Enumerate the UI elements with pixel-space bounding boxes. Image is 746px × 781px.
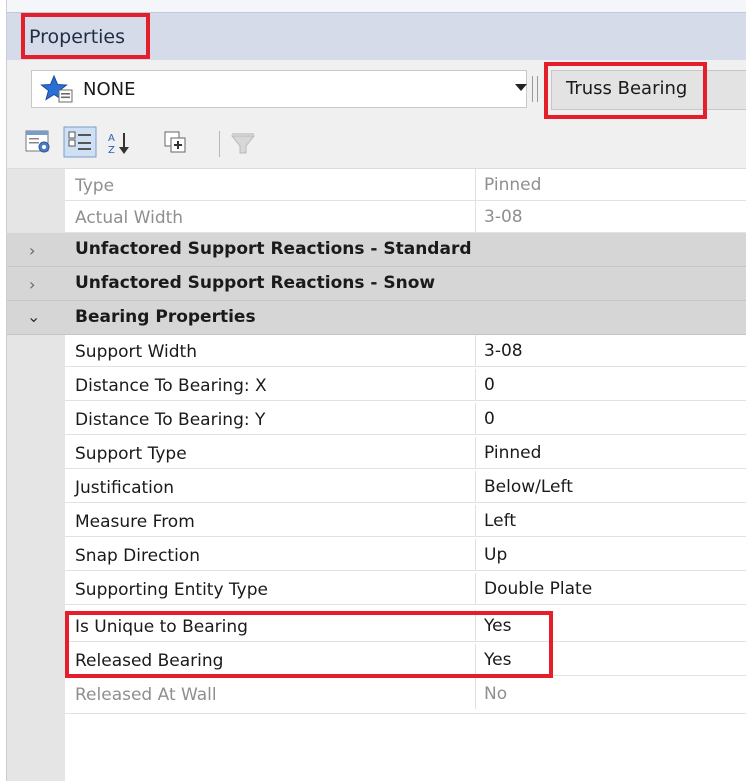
property-label: Released At Wall <box>75 685 217 705</box>
property-row[interactable]: Distance To Bearing: X 0 <box>65 369 746 401</box>
properties-panel: Properties NONE Truss Bearing A Z Type P… <box>6 0 746 781</box>
property-value[interactable]: 0 <box>484 375 495 395</box>
style-dropdown[interactable]: NONE <box>31 70 527 108</box>
chevron-down-icon[interactable]: ⌄ <box>27 307 40 326</box>
property-value[interactable]: Below/Left <box>484 477 573 497</box>
property-label: Measure From <box>75 512 195 532</box>
property-value: 3-08 <box>484 207 523 227</box>
categorized-icon[interactable] <box>63 126 97 158</box>
grip-divider <box>537 76 538 102</box>
property-label: Support Type <box>75 444 187 464</box>
highlight-box <box>21 13 150 59</box>
property-row[interactable]: Justification Below/Left <box>65 471 746 503</box>
property-row[interactable]: Supporting Entity Type Double Plate <box>65 573 746 605</box>
property-row[interactable]: Support Type Pinned <box>65 437 746 469</box>
property-row[interactable]: Snap Direction Up <box>65 539 746 571</box>
filter-icon <box>230 133 256 154</box>
top-strip <box>7 0 746 12</box>
category-label: Unfactored Support Reactions - Standard <box>75 239 472 259</box>
property-value: No <box>484 684 508 704</box>
property-value[interactable]: 3-08 <box>484 341 523 361</box>
property-label: Distance To Bearing: X <box>75 376 267 396</box>
expand-icon[interactable] <box>163 130 189 156</box>
property-row[interactable]: Measure From Left <box>65 505 746 537</box>
property-label: Justification <box>75 478 175 498</box>
property-label: Supporting Entity Type <box>75 580 268 600</box>
property-label: Support Width <box>75 342 197 362</box>
property-label: Actual Width <box>75 208 184 228</box>
chevron-down-icon[interactable] <box>515 84 527 91</box>
property-row[interactable]: Support Width 3-08 <box>65 335 746 367</box>
property-label: Type <box>75 176 115 196</box>
property-row[interactable]: Actual Width 3-08 <box>65 201 746 233</box>
property-value[interactable]: Pinned <box>484 443 541 463</box>
category-bearing-properties[interactable]: ⌄ Bearing Properties <box>7 301 746 335</box>
highlight-box <box>65 611 553 678</box>
property-row[interactable]: Type Pinned <box>65 169 746 201</box>
chevron-right-icon[interactable]: › <box>29 241 35 260</box>
property-value[interactable]: Double Plate <box>484 579 592 599</box>
property-value[interactable]: Left <box>484 511 516 531</box>
property-label: Snap Direction <box>75 546 200 566</box>
properties-page-icon[interactable] <box>25 129 53 155</box>
category-label: Bearing Properties <box>75 307 256 327</box>
svg-text:Z: Z <box>108 145 115 156</box>
toolbar-separator <box>219 131 220 157</box>
category-standard-reactions[interactable]: › Unfactored Support Reactions - Standar… <box>7 233 746 267</box>
grip-divider <box>532 76 533 102</box>
property-value: Pinned <box>484 175 542 195</box>
svg-text:A: A <box>108 133 115 144</box>
property-label: Distance To Bearing: Y <box>75 410 266 430</box>
property-value[interactable]: 0 <box>484 409 495 429</box>
chevron-right-icon[interactable]: › <box>29 275 35 294</box>
alphabetical-sort-icon[interactable]: A Z <box>107 130 133 156</box>
property-row[interactable]: Distance To Bearing: Y 0 <box>65 403 746 435</box>
star-icon <box>40 75 73 103</box>
property-value[interactable]: Up <box>484 545 507 565</box>
category-snow-reactions[interactable]: › Unfactored Support Reactions - Snow <box>7 267 746 301</box>
property-row[interactable]: Released At Wall No <box>65 678 746 714</box>
category-label: Unfactored Support Reactions - Snow <box>75 273 436 293</box>
dropdown-value: NONE <box>83 79 136 100</box>
highlight-box <box>544 62 707 119</box>
